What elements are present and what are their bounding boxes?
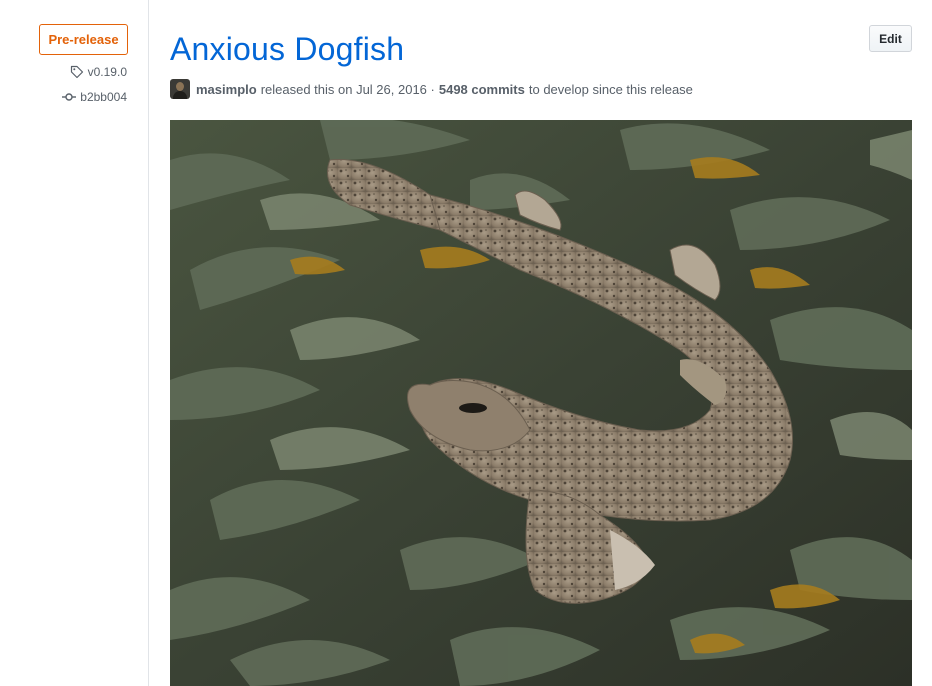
user-avatar[interactable]: [170, 79, 190, 99]
commits-suffix-text: to develop since this release: [528, 81, 693, 97]
release-image: [170, 120, 912, 686]
release-meta-column: Pre-release v0.19.0 b2bb004: [0, 0, 149, 686]
released-date-text: released this on Jul 26, 2016 ·: [260, 81, 435, 97]
dogfish-photo: [170, 120, 912, 686]
tag-label[interactable]: v0.19.0: [88, 65, 127, 79]
release-title[interactable]: Anxious Dogfish: [170, 29, 404, 69]
release-page: Pre-release v0.19.0 b2bb004 Anxious Dogf…: [0, 0, 932, 686]
release-commit[interactable]: b2bb004: [62, 90, 127, 104]
commit-sha[interactable]: b2bb004: [80, 90, 127, 104]
prerelease-badge: Pre-release: [39, 24, 128, 55]
release-byline: masimplo released this on Jul 26, 2016 ·…: [170, 79, 693, 99]
tag-icon: [70, 65, 84, 79]
commits-count-link[interactable]: 5498 commits: [439, 82, 525, 97]
edit-button[interactable]: Edit: [869, 25, 912, 52]
git-commit-icon: [62, 90, 77, 104]
author-link[interactable]: masimplo: [196, 82, 257, 97]
release-tag[interactable]: v0.19.0: [70, 65, 127, 79]
